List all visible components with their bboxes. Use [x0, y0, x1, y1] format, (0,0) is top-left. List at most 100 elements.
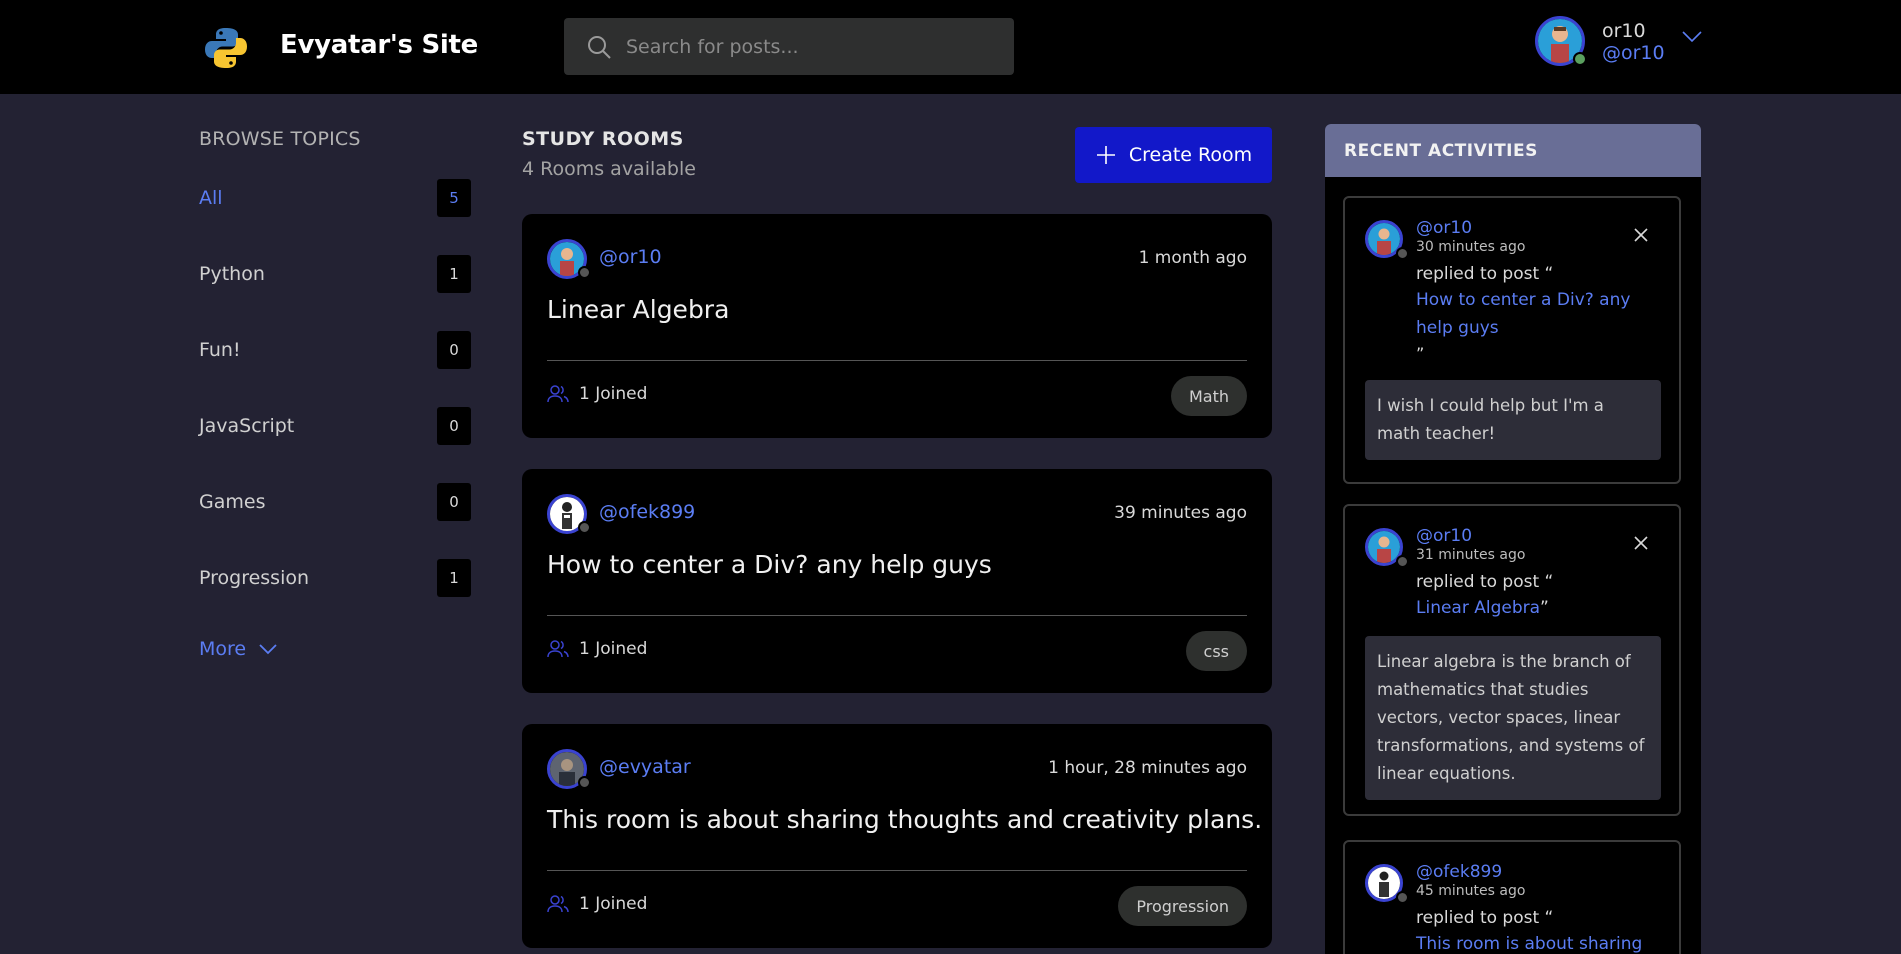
- more-topics-link[interactable]: More: [199, 638, 278, 660]
- close-icon[interactable]: [1633, 535, 1649, 551]
- recent-activities-panel: RECENT ACTIVITIES @or10 30 minutes ago r…: [1325, 124, 1701, 954]
- status-indicator: [578, 266, 591, 279]
- room-joined-count: 1 Joined: [579, 384, 648, 404]
- activity-card: @ofek899 45 minutes ago replied to post …: [1343, 840, 1681, 954]
- avatar[interactable]: [547, 239, 591, 279]
- activity-action-text: replied to post “: [1416, 264, 1554, 284]
- create-room-button[interactable]: Create Room: [1075, 127, 1272, 183]
- avatar[interactable]: [1365, 528, 1409, 568]
- search-bar[interactable]: [564, 18, 1014, 75]
- room-timestamp: 39 minutes ago: [1114, 503, 1247, 523]
- activity-timestamp: 30 minutes ago: [1416, 239, 1526, 255]
- browse-topics-heading: BROWSE TOPICS: [199, 128, 361, 150]
- room-author-link[interactable]: @evyatar: [599, 756, 691, 778]
- topic-item-fun[interactable]: Fun! 0: [199, 328, 471, 372]
- close-icon[interactable]: [1633, 227, 1649, 243]
- room-participants[interactable]: 1 Joined: [547, 894, 647, 914]
- avatar[interactable]: [547, 494, 591, 534]
- topic-label: Progression: [199, 567, 310, 589]
- room-card: @evyatar 1 hour, 28 minutes ago This roo…: [522, 724, 1272, 948]
- activity-post-link[interactable]: Linear Algebra: [1416, 594, 1540, 622]
- activity-quote-end: ”: [1540, 598, 1549, 618]
- plus-icon: [1096, 146, 1115, 164]
- room-topic-tag: css: [1185, 631, 1247, 671]
- room-joined-count: 1 Joined: [579, 639, 648, 659]
- topic-label: JavaScript: [199, 415, 295, 437]
- divider: [547, 360, 1247, 361]
- search-input[interactable]: [626, 18, 996, 75]
- topic-item-games[interactable]: Games 0: [199, 480, 471, 524]
- topic-count-badge: 1: [437, 255, 471, 293]
- user-menu[interactable]: or10 @or10: [1535, 16, 1705, 72]
- topic-count-badge: 0: [437, 483, 471, 521]
- room-card: @or10 1 month ago Linear Algebra 1 Joine…: [522, 214, 1272, 438]
- status-indicator: [578, 521, 591, 534]
- search-icon: [588, 36, 611, 59]
- room-topic-tag: Math: [1170, 376, 1247, 416]
- activity-card: @or10 31 minutes ago replied to post “ L…: [1343, 504, 1681, 816]
- room-title-link[interactable]: How to center a Div? any help guys: [547, 550, 992, 579]
- avatar[interactable]: [1365, 864, 1409, 904]
- avatar[interactable]: [1535, 16, 1587, 66]
- topic-item-progression[interactable]: Progression 1: [199, 556, 471, 600]
- more-label: More: [199, 638, 247, 660]
- site-title[interactable]: Evyatar's Site: [280, 30, 478, 60]
- topic-label: Games: [199, 491, 266, 513]
- divider: [547, 615, 1247, 616]
- topic-label: Fun!: [199, 339, 241, 361]
- python-logo-icon[interactable]: [202, 24, 250, 72]
- activity-action-text: replied to post “: [1416, 908, 1554, 928]
- topic-label: Python: [199, 263, 265, 285]
- topic-count-badge: 0: [437, 331, 471, 369]
- activity-author-link[interactable]: @or10: [1416, 218, 1472, 238]
- status-indicator: [1396, 555, 1409, 568]
- activity-message: Linear algebra is the branch of mathemat…: [1365, 636, 1661, 800]
- topic-count-badge: 5: [437, 179, 471, 217]
- rooms-available-count: 4 Rooms available: [522, 158, 696, 180]
- status-indicator: [1396, 891, 1409, 904]
- study-rooms-heading: STUDY ROOMS: [522, 128, 684, 150]
- online-status-indicator: [1573, 52, 1587, 66]
- activity-message: I wish I could help but I'm a math teach…: [1365, 380, 1661, 460]
- room-topic-tag: Progression: [1118, 886, 1247, 926]
- activity-timestamp: 31 minutes ago: [1416, 547, 1526, 563]
- activity-author-link[interactable]: @ofek899: [1416, 862, 1502, 882]
- top-navbar: Evyatar's Site or10 @or10: [0, 0, 1901, 94]
- chevron-down-icon[interactable]: [1681, 30, 1703, 44]
- users-icon: [547, 385, 569, 403]
- activity-post-link-row: Linear Algebra ”: [1416, 594, 1549, 622]
- topic-count-badge: 0: [437, 407, 471, 445]
- activity-post-link[interactable]: This room is about sharing: [1416, 930, 1666, 954]
- topic-item-python[interactable]: Python 1: [199, 252, 471, 296]
- status-indicator: [578, 776, 591, 789]
- status-indicator: [1396, 247, 1409, 260]
- room-title-link[interactable]: Linear Algebra: [547, 295, 729, 324]
- activity-post-link[interactable]: How to center a Div? any help guys: [1416, 286, 1666, 342]
- activity-action-text: replied to post “: [1416, 572, 1554, 592]
- user-name: or10: [1602, 20, 1646, 42]
- room-participants[interactable]: 1 Joined: [547, 384, 647, 404]
- topic-label: All: [199, 187, 223, 209]
- room-joined-count: 1 Joined: [579, 894, 648, 914]
- activity-author-link[interactable]: @or10: [1416, 526, 1472, 546]
- avatar[interactable]: [1365, 220, 1409, 260]
- divider: [547, 870, 1247, 871]
- room-timestamp: 1 month ago: [1138, 248, 1247, 268]
- room-title-link[interactable]: This room is about sharing thoughts and …: [547, 805, 1262, 834]
- activity-timestamp: 45 minutes ago: [1416, 883, 1526, 899]
- user-handle: @or10: [1602, 42, 1665, 64]
- topic-item-all[interactable]: All 5: [199, 176, 471, 220]
- activity-quote-end: ”: [1416, 344, 1425, 363]
- create-room-label: Create Room: [1128, 144, 1253, 166]
- chevron-down-icon: [259, 644, 277, 655]
- room-participants[interactable]: 1 Joined: [547, 639, 647, 659]
- topic-item-javascript[interactable]: JavaScript 0: [199, 404, 471, 448]
- avatar[interactable]: [547, 749, 591, 789]
- topic-count-badge: 1: [437, 559, 471, 597]
- room-author-link[interactable]: @ofek899: [599, 501, 695, 523]
- room-author-link[interactable]: @or10: [599, 246, 662, 268]
- room-card: @ofek899 39 minutes ago How to center a …: [522, 469, 1272, 693]
- room-timestamp: 1 hour, 28 minutes ago: [1048, 758, 1247, 778]
- activity-card: @or10 30 minutes ago replied to post “ H…: [1343, 196, 1681, 484]
- users-icon: [547, 895, 569, 913]
